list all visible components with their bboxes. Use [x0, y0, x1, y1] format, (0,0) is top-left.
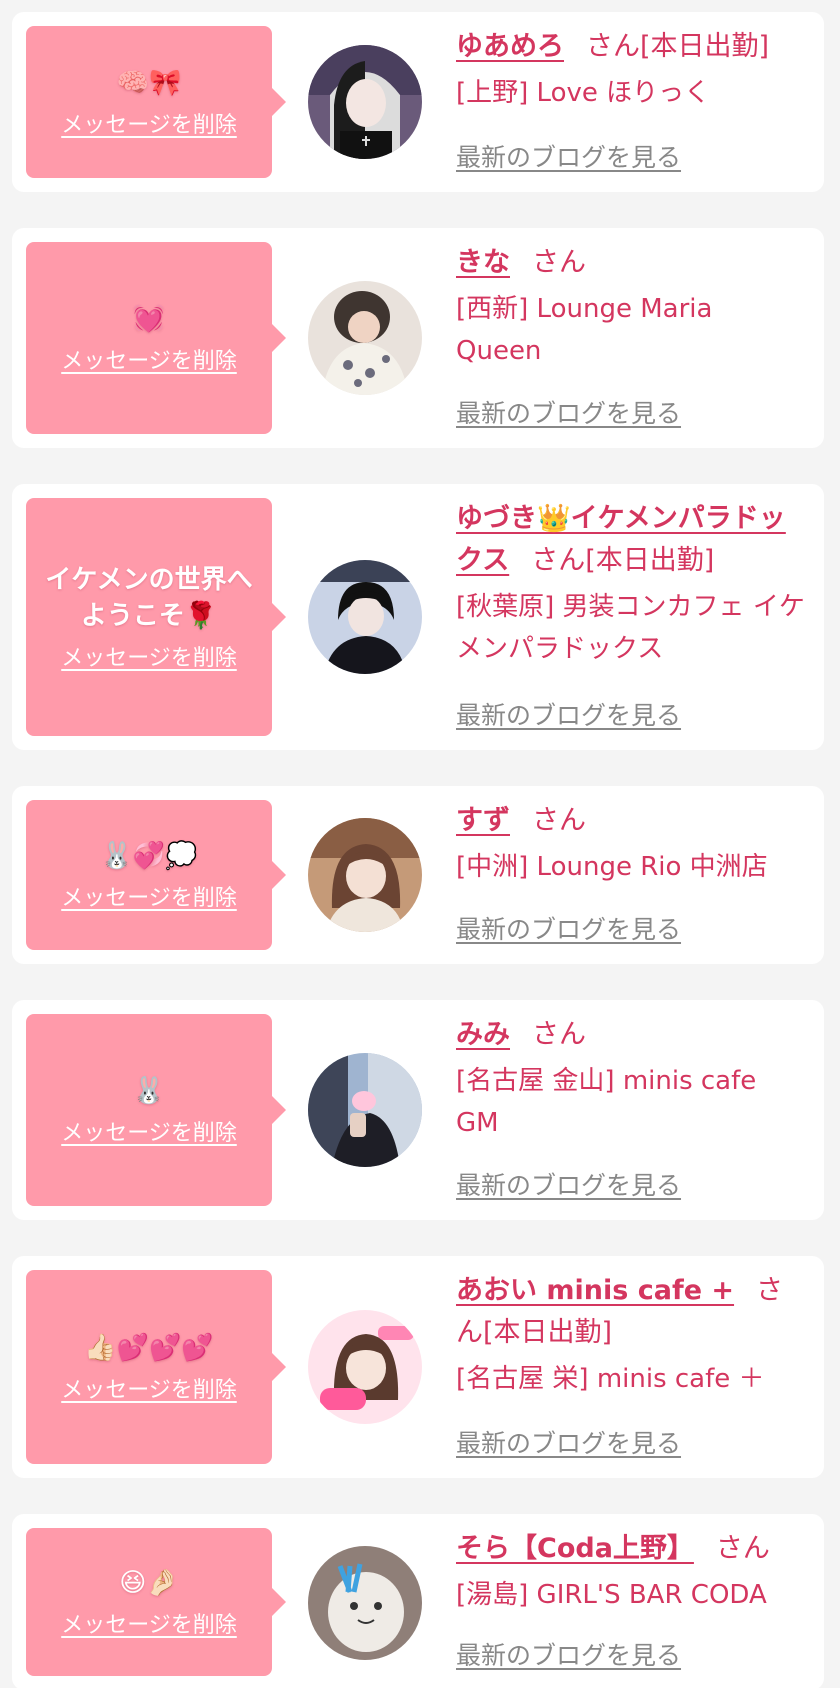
- avatar[interactable]: [308, 45, 422, 159]
- shop-area: [湯島] GIRL'S BAR CODA: [456, 1580, 767, 1610]
- user-info: すず さん [中洲] Lounge Rio 中洲店: [456, 800, 806, 888]
- user-info: ゆあめろ さん[本日出勤] [上野] Love ほりっく: [456, 26, 806, 114]
- avatar[interactable]: [308, 560, 422, 674]
- message-card: 😆🤌🏻 メッセージを削除 そら【Coda上野】 さん [湯島] GIRL'S BA…: [12, 1514, 824, 1688]
- user-info: そら【Coda上野】 さん [湯島] GIRL'S BAR CODA: [456, 1528, 806, 1616]
- shop-area: [名古屋 金山] minis cafe GM: [456, 1066, 757, 1138]
- message-text: 🐰💞💭: [100, 841, 198, 871]
- delete-message-link[interactable]: メッセージを削除: [61, 1372, 237, 1404]
- user-name-link[interactable]: みみ: [456, 1019, 510, 1050]
- user-status: さん: [532, 1019, 586, 1050]
- delete-message-link[interactable]: メッセージを削除: [61, 1115, 237, 1147]
- message-text: 🐰: [132, 1076, 166, 1106]
- user-info: みみ さん [名古屋 金山] minis cafe GM: [456, 1014, 806, 1144]
- shop-area: [上野] Love ほりっく: [456, 78, 711, 108]
- user-info: あおい minis cafe + さん[本日出勤] [名古屋 栄] minis c…: [456, 1270, 806, 1400]
- avatar[interactable]: [308, 1546, 422, 1660]
- avatar[interactable]: [308, 281, 422, 395]
- user-name-link[interactable]: きな: [456, 247, 510, 278]
- delete-message-link[interactable]: メッセージを削除: [61, 107, 237, 139]
- view-blog-link[interactable]: 最新のブログを見る: [456, 696, 681, 732]
- user-info: ゆづき👑イケメンパラドックス さん[本日出勤] [秋葉原] 男装コンカフェ イケメ…: [456, 498, 806, 670]
- user-info: きな さん [西新] Lounge Maria Queen: [456, 242, 806, 372]
- view-blog-link[interactable]: 最新のブログを見る: [456, 1166, 681, 1202]
- message-card: 👍🏻💕💕💕 メッセージを削除 あおい minis cafe + さん[本日出勤] …: [12, 1256, 824, 1478]
- message-bubble: 🧠🎀 メッセージを削除: [26, 26, 286, 178]
- user-name-link[interactable]: すず: [456, 805, 510, 836]
- shop-area: [秋葉原] 男装コンカフェ イケメンパラドックス: [456, 592, 805, 664]
- view-blog-link[interactable]: 最新のブログを見る: [456, 138, 681, 174]
- message-text: 👍🏻💕💕💕: [84, 1333, 214, 1363]
- message-bubble: イケメンの世界へようこそ🌹 メッセージを削除: [26, 498, 286, 736]
- user-status: さん: [532, 805, 586, 836]
- message-bubble: 🐰💞💭 メッセージを削除: [26, 800, 286, 950]
- message-bubble: 💓 メッセージを削除: [26, 242, 286, 434]
- user-status: さん[本日出勤]: [586, 31, 770, 62]
- user-status: さん: [532, 247, 586, 278]
- message-bubble: 👍🏻💕💕💕 メッセージを削除: [26, 1270, 286, 1464]
- user-status: さん[本日出勤]: [531, 545, 715, 576]
- delete-message-link[interactable]: メッセージを削除: [61, 880, 237, 912]
- view-blog-link[interactable]: 最新のブログを見る: [456, 1424, 681, 1460]
- user-status: さん: [715, 1533, 770, 1564]
- message-text: 💓: [132, 304, 166, 334]
- shop-area: [西新] Lounge Maria Queen: [456, 294, 713, 366]
- message-card: 🐰💞💭 メッセージを削除 すず さん [中洲] Lounge Rio 中洲店 最新…: [12, 786, 824, 964]
- view-blog-link[interactable]: 最新のブログを見る: [456, 394, 681, 430]
- user-name-link[interactable]: そら【Coda上野】: [456, 1533, 694, 1564]
- shop-area: [中洲] Lounge Rio 中洲店: [456, 852, 768, 882]
- user-name-link[interactable]: あおい minis cafe +: [456, 1275, 734, 1306]
- view-blog-link[interactable]: 最新のブログを見る: [456, 910, 681, 946]
- delete-message-link[interactable]: メッセージを削除: [61, 343, 237, 375]
- avatar[interactable]: [308, 818, 422, 932]
- message-card: 💓 メッセージを削除 きな さん [西新] Lounge Maria Queen …: [12, 228, 824, 448]
- message-text: 😆🤌🏻: [119, 1568, 179, 1598]
- message-card: イケメンの世界へようこそ🌹 メッセージを削除 ゆづき👑イケメンパラドックス さん[…: [12, 484, 824, 750]
- delete-message-link[interactable]: メッセージを削除: [61, 1607, 237, 1639]
- message-card: 🧠🎀 メッセージを削除 ゆあめろ さん[本日出勤] [上野] Love ほりっく …: [12, 12, 824, 192]
- user-name-link[interactable]: ゆあめろ: [456, 31, 564, 62]
- avatar[interactable]: [308, 1053, 422, 1167]
- delete-message-link[interactable]: メッセージを削除: [61, 640, 237, 672]
- message-bubble: 😆🤌🏻 メッセージを削除: [26, 1528, 286, 1676]
- message-bubble: 🐰 メッセージを削除: [26, 1014, 286, 1206]
- message-text: イケメンの世界へようこそ🌹: [45, 565, 253, 631]
- message-list: 🧠🎀 メッセージを削除 ゆあめろ さん[本日出勤] [上野] Love ほりっく …: [0, 0, 840, 1688]
- view-blog-link[interactable]: 最新のブログを見る: [456, 1636, 681, 1672]
- message-card: 🐰 メッセージを削除 みみ さん [名古屋 金山] minis cafe GM 最…: [12, 1000, 824, 1220]
- shop-area: [名古屋 栄] minis cafe ＋: [456, 1364, 765, 1394]
- message-text: 🧠🎀: [116, 68, 182, 98]
- avatar[interactable]: [308, 1310, 422, 1424]
